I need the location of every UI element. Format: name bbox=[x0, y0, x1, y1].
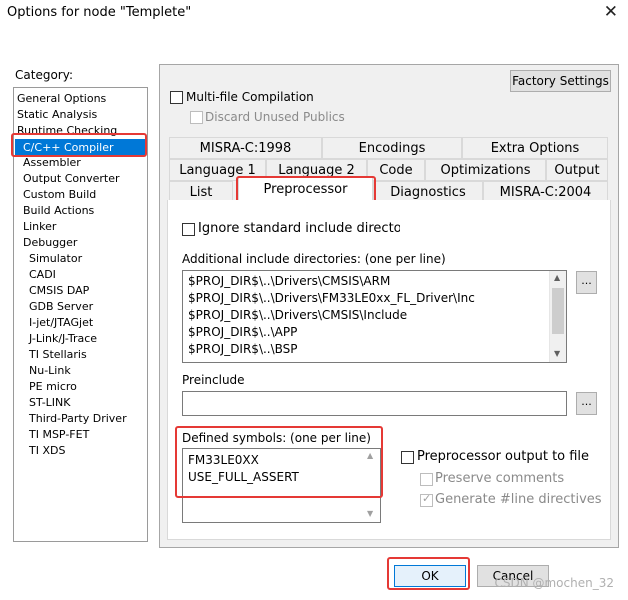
preinclude-input[interactable] bbox=[182, 391, 567, 416]
preserve-comments-label: Preserve comments bbox=[435, 471, 565, 486]
tab-encodings[interactable]: Encodings bbox=[322, 137, 462, 159]
category-item-ijet[interactable]: I-jet/JTAGjet bbox=[29, 316, 93, 330]
include-dirs-browse-button[interactable]: ... bbox=[576, 271, 597, 294]
annotation-highlight-ok bbox=[387, 557, 470, 590]
tab-extra-options[interactable]: Extra Options bbox=[462, 137, 608, 159]
scroll-up-icon[interactable]: ▲ bbox=[554, 273, 560, 282]
pp-output-checkbox[interactable] bbox=[401, 451, 414, 464]
category-item-st-link[interactable]: ST-LINK bbox=[29, 396, 70, 410]
discard-unused-label: Discard Unused Publics bbox=[205, 110, 345, 124]
pp-output-label: Preprocessor output to file bbox=[417, 449, 590, 464]
include-dir-line: $PROJ_DIR$\..\APP bbox=[188, 325, 298, 339]
include-dir-line: $PROJ_DIR$\..\Drivers\CMSIS\ARM bbox=[188, 274, 391, 288]
include-dir-line: $PROJ_DIR$\..\BSP bbox=[188, 342, 298, 356]
include-dir-line: $PROJ_DIR$\..\Drivers\CMSIS\Include bbox=[188, 308, 408, 322]
category-item-jlink[interactable]: J-Link/J-Trace bbox=[29, 332, 97, 346]
tab-optimizations[interactable]: Optimizations bbox=[425, 159, 546, 181]
category-item-cadi[interactable]: CADI bbox=[29, 268, 56, 282]
discard-unused-checkbox[interactable] bbox=[190, 111, 203, 124]
multi-file-checkbox[interactable] bbox=[170, 91, 183, 104]
category-item-gdb-server[interactable]: GDB Server bbox=[29, 300, 93, 314]
close-icon[interactable]: ✕ bbox=[604, 2, 618, 22]
category-item-pe-micro[interactable]: PE micro bbox=[29, 380, 77, 394]
category-item-cmsis-dap[interactable]: CMSIS DAP bbox=[29, 284, 89, 298]
preserve-comments-checkbox[interactable] bbox=[420, 473, 433, 486]
category-label: Category: bbox=[15, 68, 73, 82]
include-dir-line: $PROJ_DIR$\..\Drivers\FM33LE0xx_FL_Drive… bbox=[188, 291, 475, 305]
window-title: Options for node "Templete" bbox=[7, 5, 192, 20]
multi-file-label: Multi-file Compilation bbox=[186, 90, 314, 104]
generate-line-label: Generate #line directives bbox=[435, 492, 602, 507]
scroll-down-icon[interactable]: ▼ bbox=[367, 509, 373, 518]
category-item-general-options[interactable]: General Options bbox=[17, 92, 106, 106]
annotation-highlight-preprocessor-tab bbox=[236, 176, 376, 203]
include-dirs-scrollbar[interactable]: ▲ ▼ bbox=[549, 271, 566, 362]
annotation-highlight-cpp-compiler bbox=[11, 133, 147, 157]
category-item-nu-link[interactable]: Nu-Link bbox=[29, 364, 71, 378]
include-dirs-label: Additional include directories: (one per… bbox=[182, 252, 446, 266]
tab-output[interactable]: Output bbox=[546, 159, 608, 181]
category-item-assembler[interactable]: Assembler bbox=[23, 156, 81, 170]
factory-settings-button[interactable]: Factory Settings bbox=[510, 70, 611, 92]
annotation-highlight-defined-symbols bbox=[175, 426, 383, 498]
category-item-ti-msp-fet[interactable]: TI MSP-FET bbox=[29, 428, 89, 442]
category-item-output-converter[interactable]: Output Converter bbox=[23, 172, 120, 186]
preinclude-label: Preinclude bbox=[182, 373, 245, 387]
category-item-custom-build[interactable]: Custom Build bbox=[23, 188, 96, 202]
category-item-linker[interactable]: Linker bbox=[23, 220, 56, 234]
category-item-third-party-driver[interactable]: Third-Party Driver bbox=[29, 412, 127, 426]
include-dirs-textarea[interactable]: $PROJ_DIR$\..\Drivers\CMSIS\ARM $PROJ_DI… bbox=[182, 270, 567, 363]
preinclude-browse-button[interactable]: ... bbox=[576, 392, 597, 415]
category-item-simulator[interactable]: Simulator bbox=[29, 252, 82, 266]
category-item-ti-stellaris[interactable]: TI Stellaris bbox=[29, 348, 87, 362]
watermark: CSDN @mochen_32 bbox=[494, 576, 614, 590]
tab-misra-1998[interactable]: MISRA-C:1998 bbox=[169, 137, 322, 159]
category-item-ti-xds[interactable]: TI XDS bbox=[29, 444, 65, 458]
scroll-down-icon[interactable]: ▼ bbox=[554, 349, 560, 358]
category-item-debugger[interactable]: Debugger bbox=[23, 236, 77, 250]
scroll-thumb[interactable] bbox=[552, 288, 564, 334]
category-item-static-analysis[interactable]: Static Analysis bbox=[17, 108, 97, 122]
ignore-std-include-checkbox[interactable] bbox=[182, 223, 195, 236]
ignore-std-include-label: Ignore standard include directories bbox=[198, 221, 400, 236]
category-item-build-actions[interactable]: Build Actions bbox=[23, 204, 94, 218]
generate-line-checkbox[interactable] bbox=[420, 492, 433, 507]
